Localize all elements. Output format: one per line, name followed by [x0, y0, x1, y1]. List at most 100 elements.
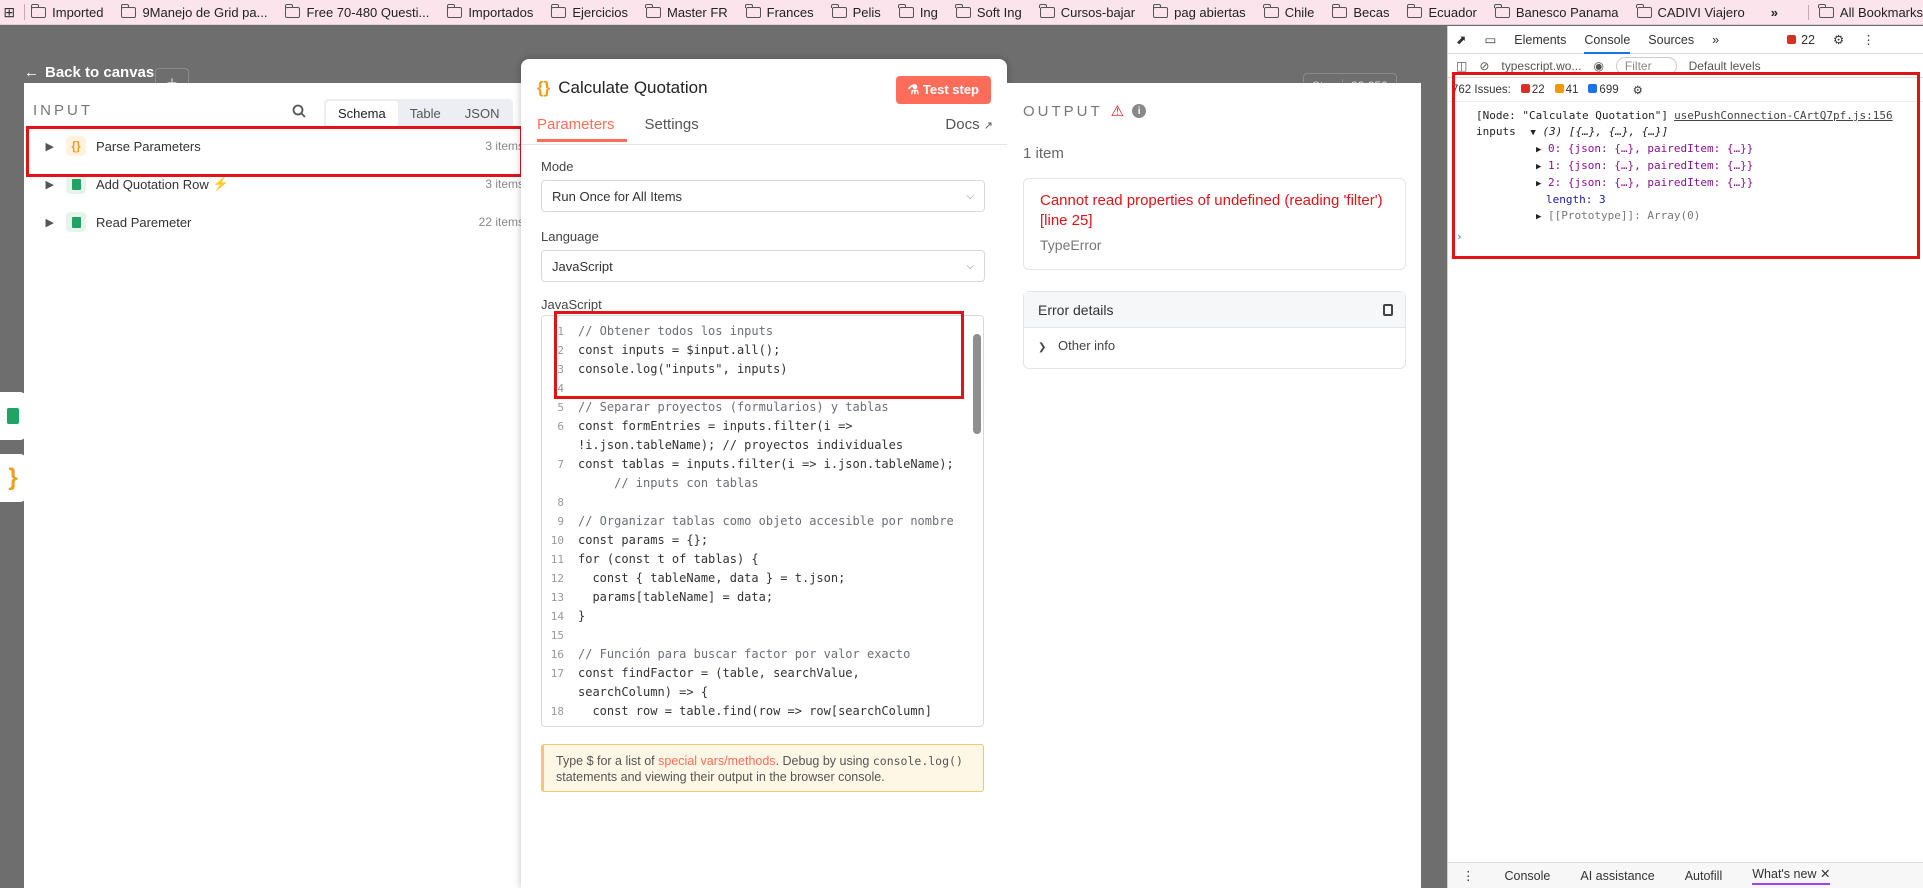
context-selector[interactable]: typescript.wo...: [1501, 59, 1581, 73]
tab-json[interactable]: JSON: [453, 101, 512, 126]
tab-parameters[interactable]: Parameters: [537, 116, 627, 142]
log-source-link[interactable]: usePushConnection-CArtQ7pf.js:156: [1674, 108, 1893, 124]
bookmark-item[interactable]: Ejercicios: [550, 3, 628, 20]
bookmark-item[interactable]: Frances: [745, 3, 814, 20]
issues-settings-icon[interactable]: ⚙: [1633, 83, 1643, 97]
tab-elements[interactable]: Elements: [1514, 33, 1566, 47]
bookmark-item[interactable]: Imported: [30, 3, 103, 20]
input-row-add-quotation-row[interactable]: ▶ Add Quotation Row ⚡ 3 items: [24, 165, 532, 203]
other-info-toggle[interactable]: ❯ Other info: [1024, 328, 1405, 363]
more-bookmarks-button[interactable]: »: [1771, 5, 1778, 20]
code-line[interactable]: 8: [542, 493, 578, 512]
console-filter-input[interactable]: Filter: [1615, 56, 1677, 75]
inspect-icon[interactable]: ⬈: [1456, 32, 1466, 47]
bookmark-item[interactable]: Becas: [1331, 3, 1389, 20]
code-line[interactable]: 4: [542, 379, 578, 398]
code-line[interactable]: 7 const tablas = inputs.filter(i => i.jso…: [542, 455, 953, 474]
code-line[interactable]: 15: [542, 626, 578, 645]
bookmark-item[interactable]: Chile: [1263, 3, 1314, 20]
code-line[interactable]: 12 const { tableName, data } = t.json;: [542, 569, 846, 588]
bookmark-item[interactable]: Cursos-bajar: [1039, 3, 1135, 20]
code-line[interactable]: 1 // Obtener todos los inputs: [542, 322, 773, 341]
tab-console[interactable]: Console: [1584, 33, 1631, 54]
code-line[interactable]: // inputs con tablas: [542, 474, 759, 493]
drawer-menu-icon[interactable]: ⋮: [1462, 868, 1475, 883]
log-summary[interactable]: (3) [{…}, {…}, {…}]: [1542, 125, 1668, 138]
settings-gear-icon[interactable]: ⚙: [1833, 32, 1844, 47]
expand-down-icon[interactable]: ▼: [1530, 128, 1535, 138]
test-step-button[interactable]: ⚗ Test step: [895, 76, 991, 104]
code-line[interactable]: 6 const formEntries = inputs.filter(i =>: [542, 417, 852, 436]
apps-grid-icon[interactable]: ⊞: [0, 4, 18, 21]
chevron-right-icon[interactable]: ▶: [24, 216, 54, 229]
chevron-right-icon[interactable]: ▶: [24, 178, 54, 191]
drawer-tab-ai-assistance[interactable]: AI assistance: [1580, 869, 1654, 883]
chevron-right-icon[interactable]: ▶: [24, 140, 54, 153]
info-icon[interactable]: i: [1132, 104, 1147, 118]
code-line[interactable]: 10 const params = {};: [542, 531, 708, 550]
device-toggle-icon[interactable]: ▭: [1484, 32, 1496, 47]
kebab-menu-icon[interactable]: ⋮: [1862, 32, 1875, 47]
mode-select[interactable]: Run Once for All Items ⌵: [541, 180, 985, 212]
node-title-text[interactable]: Calculate Quotation: [558, 78, 707, 98]
code-line[interactable]: 2 const inputs = $input.all();: [542, 341, 780, 360]
bookmark-item[interactable]: Ecuador: [1406, 3, 1477, 20]
issues-bar[interactable]: 762 Issues: 22 41 699 ⚙: [1448, 78, 1923, 102]
log-array-item[interactable]: ▶ 1: {json: {…}, pairedItem: {…}}: [1476, 158, 1923, 175]
tab-table[interactable]: Table: [398, 101, 453, 126]
bookmark-item[interactable]: Master FR: [645, 3, 728, 20]
code-line[interactable]: 18 const row = table.find(row => row[sea…: [542, 702, 932, 721]
code-line[interactable]: 5 // Separar proyectos (formularios) y ta…: [542, 398, 888, 417]
tab-sources[interactable]: Sources: [1648, 33, 1694, 47]
code-node-icon[interactable]: }: [0, 454, 26, 502]
error-count-badge[interactable]: 22: [1787, 33, 1815, 47]
code-line[interactable]: 9 // Organizar tablas como objeto accesib…: [542, 512, 953, 531]
eye-icon[interactable]: ◉: [1593, 59, 1603, 73]
code-line[interactable]: searchColumn) => {: [542, 683, 708, 702]
log-proto-text: [[Prototype]]: Array(0): [1548, 209, 1701, 222]
code-line[interactable]: 13 params[tableName] = data;: [542, 588, 773, 607]
more-tabs-icon[interactable]: »: [1712, 33, 1719, 47]
sidebar-toggle-icon[interactable]: ◫: [1456, 59, 1467, 73]
bookmark-item[interactable]: CADIVI Viajero: [1636, 3, 1745, 20]
bookmark-item[interactable]: Banesco Panama: [1494, 3, 1619, 20]
console-prompt-icon[interactable]: ›: [1456, 229, 1923, 245]
special-vars-link[interactable]: special vars/methods: [658, 754, 775, 768]
copy-icon[interactable]: [1383, 304, 1393, 316]
sheets-node-icon[interactable]: [0, 392, 26, 440]
language-select[interactable]: JavaScript ⌵: [541, 250, 985, 282]
code-editor[interactable]: 1 // Obtener todos los inputs 2 const input…: [541, 315, 984, 727]
code-scrollbar[interactable]: [973, 334, 981, 434]
log-levels-dropdown[interactable]: Default levels: [1689, 59, 1761, 73]
log-array-item[interactable]: ▶ 2: {json: {…}, pairedItem: {…}}: [1476, 175, 1923, 192]
bookmark-item[interactable]: Importados: [446, 3, 533, 20]
back-to-canvas-button[interactable]: ← Back to canvas: [24, 64, 154, 81]
close-icon[interactable]: ✕: [1820, 867, 1830, 881]
tab-schema[interactable]: Schema: [326, 101, 398, 126]
bookmark-item[interactable]: Soft Ing: [955, 3, 1022, 20]
code-line[interactable]: 14}: [542, 607, 585, 626]
search-icon[interactable]: [292, 104, 306, 118]
docs-link[interactable]: Docs ↗: [945, 116, 993, 133]
input-row-read-parameter[interactable]: ▶ Read Paremeter 22 items: [24, 203, 532, 241]
code-line[interactable]: 11 for (const t of tablas) {: [542, 550, 759, 569]
code-line[interactable]: 3 console.log("inputs", inputs): [542, 360, 787, 379]
code-line[interactable]: 16 // Función para buscar factor por valo…: [542, 645, 911, 664]
bookmark-item[interactable]: Ing: [898, 3, 938, 20]
log-array-item[interactable]: ▶ 0: {json: {…}, pairedItem: {…}}: [1476, 141, 1923, 158]
log-prototype[interactable]: ▶ [[Prototype]]: Array(0): [1476, 208, 1923, 225]
code-line[interactable]: !i.json.tableName); // proyectos individ…: [542, 436, 903, 455]
bookmark-item[interactable]: Pelis: [831, 3, 881, 20]
tab-settings[interactable]: Settings: [645, 116, 711, 142]
drawer-tab-whats-new[interactable]: What's new ✕: [1752, 866, 1831, 885]
drawer-tab-autofill[interactable]: Autofill: [1685, 869, 1723, 883]
clear-console-icon[interactable]: ⊘: [1479, 59, 1489, 73]
bookmark-item[interactable]: 9Manejo de Grid pa...: [120, 3, 267, 20]
bookmark-item[interactable]: Free 70-480 Questi...: [284, 3, 429, 20]
bookmark-item[interactable]: pag abiertas: [1152, 3, 1246, 20]
all-bookmarks-button[interactable]: All Bookmarks: [1807, 3, 1923, 20]
code-line[interactable]: 17 const findFactor = (table, searchValue…: [542, 664, 860, 683]
back-to-canvas-label: Back to canvas: [45, 64, 155, 81]
input-row-parse-parameters[interactable]: ▶ {} Parse Parameters 3 items: [24, 127, 532, 165]
drawer-tab-console[interactable]: Console: [1505, 869, 1551, 883]
